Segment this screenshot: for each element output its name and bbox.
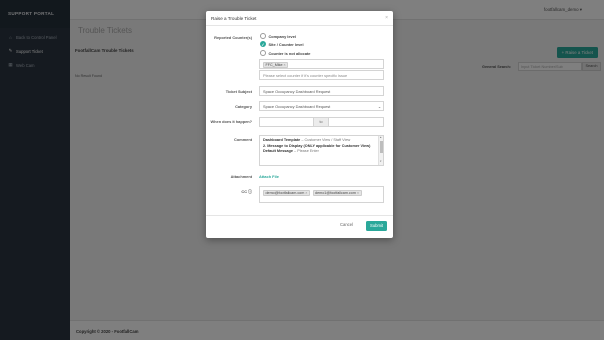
attachment-label: Attachment xyxy=(230,174,252,179)
remove-tag-icon[interactable]: × xyxy=(305,191,307,195)
category-label: Category xyxy=(235,104,252,109)
comment-scrollbar[interactable]: ▲ ▼ xyxy=(378,136,383,165)
cc-tag: demo@footfallcam.com× xyxy=(263,190,310,197)
cancel-button[interactable]: Cancel xyxy=(340,222,353,227)
info-icon: ⓘ xyxy=(248,189,252,194)
radio-circle-icon xyxy=(260,33,266,39)
modal-title: Raise a Trouble Ticket xyxy=(211,16,257,21)
date-to-label: to xyxy=(314,117,328,127)
close-icon[interactable]: × xyxy=(385,15,388,21)
date-from-input[interactable] xyxy=(259,117,314,127)
option-label: Site / Counter level xyxy=(268,41,304,47)
comment-textarea[interactable]: Dashboard Template – Customer View / Sta… xyxy=(259,135,384,166)
scroll-down-icon[interactable]: ▼ xyxy=(380,160,382,165)
when-happen-label: When does it happen? xyxy=(210,119,253,124)
counter-hint: Please select counter if it's counter sp… xyxy=(259,70,384,80)
comment-label: Comment xyxy=(234,137,252,142)
option-label: Company level xyxy=(268,33,296,39)
counter-tag: FFC_Mike× xyxy=(263,62,289,69)
option-counter-not-allocate[interactable]: Counter is not allocate xyxy=(260,50,310,56)
cc-tag: demo1@footfallcam.com× xyxy=(312,190,362,197)
date-to-input[interactable] xyxy=(328,117,384,127)
remove-tag-icon[interactable]: × xyxy=(284,63,286,67)
reported-counters-label: Reported Counter(s) xyxy=(214,35,252,40)
check-icon: ✓ xyxy=(260,41,266,47)
ticket-subject-input[interactable]: Space Occupancy Dashboard Request xyxy=(259,86,384,96)
radio-circle-icon xyxy=(260,50,266,56)
attach-file-link[interactable]: Attach File xyxy=(259,174,279,179)
category-value: Space Occupancy Dashboard Request xyxy=(263,104,331,109)
option-label: Counter is not allocate xyxy=(268,50,311,56)
cc-label: CC ⓘ xyxy=(241,189,252,194)
category-select[interactable]: Space Occupancy Dashboard Request ⌄ xyxy=(259,101,384,111)
chevron-down-icon: ⌄ xyxy=(377,105,381,109)
modal-header: Raise a Trouble Ticket × xyxy=(206,11,393,26)
submit-button[interactable]: Submit xyxy=(366,221,388,231)
option-company-level[interactable]: Company level xyxy=(260,33,296,39)
modal-footer-divider xyxy=(206,215,393,216)
ticket-subject-label: Ticket Subject xyxy=(225,89,252,94)
counter-multiselect[interactable]: FFC_Mike× xyxy=(259,59,384,69)
scroll-thumb[interactable] xyxy=(379,141,383,153)
raise-ticket-modal: Raise a Trouble Ticket × Reported Counte… xyxy=(206,11,393,238)
option-site-counter-level[interactable]: ✓ Site / Counter level xyxy=(260,41,304,47)
cc-multiselect[interactable]: demo@footfallcam.com× demo1@footfallcam.… xyxy=(259,186,384,203)
remove-tag-icon[interactable]: × xyxy=(357,191,359,195)
